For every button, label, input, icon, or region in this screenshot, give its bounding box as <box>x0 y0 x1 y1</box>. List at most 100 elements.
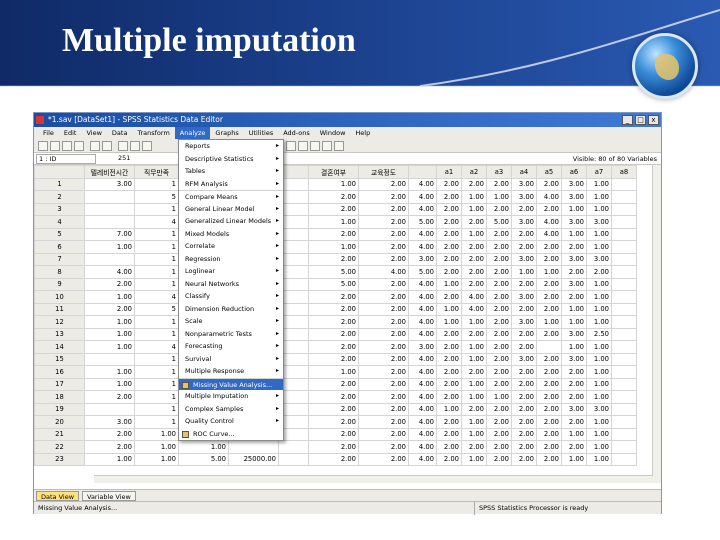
minimize-button[interactable]: _ <box>622 115 633 125</box>
data-cell[interactable]: 2.00 <box>358 402 409 416</box>
undo-icon[interactable] <box>90 141 100 151</box>
row-number[interactable]: 17 <box>34 377 85 391</box>
data-cell[interactable]: 4.00 <box>408 377 437 391</box>
data-cell[interactable]: 2.00 <box>536 377 562 391</box>
data-cell[interactable]: 1.00 <box>461 227 487 241</box>
col-header[interactable] <box>408 165 437 179</box>
data-cell[interactable]: 2.00 <box>561 377 587 391</box>
data-cell[interactable]: 1.00 <box>178 440 229 454</box>
data-cell[interactable]: 4.00 <box>408 352 437 366</box>
data-cell[interactable]: 2.00 <box>536 352 562 366</box>
row-number[interactable]: 11 <box>34 302 85 316</box>
menu-item-general-linear-model[interactable]: General Linear Model ▸ <box>179 203 283 216</box>
data-cell[interactable]: 2.00 <box>436 227 462 241</box>
data-cell[interactable]: 2.00 <box>358 177 409 191</box>
value-labels-icon[interactable] <box>322 141 332 151</box>
data-cell[interactable]: 2.00 <box>511 402 537 416</box>
data-cell[interactable]: 1 <box>134 315 179 329</box>
data-cell[interactable]: 3.00 <box>511 177 537 191</box>
data-cell[interactable]: 2.00 <box>358 390 409 404</box>
data-cell[interactable]: 5.00 <box>486 215 512 229</box>
data-cell[interactable] <box>84 202 135 216</box>
data-cell[interactable]: 2.00 <box>536 252 562 266</box>
data-cell[interactable]: 5.00 <box>308 277 359 291</box>
data-cell[interactable]: 4.00 <box>536 215 562 229</box>
data-cell[interactable]: 2.00 <box>436 290 462 304</box>
data-cell[interactable]: 2.00 <box>461 402 487 416</box>
data-cell[interactable]: 3.00 <box>84 415 135 429</box>
data-cell[interactable]: 1.00 <box>586 352 612 366</box>
data-cell[interactable]: 2.00 <box>511 227 537 241</box>
data-cell[interactable]: 2.00 <box>486 277 512 291</box>
row-number[interactable]: 9 <box>34 277 85 291</box>
data-cell[interactable]: 2.00 <box>308 377 359 391</box>
data-cell[interactable]: 2.00 <box>461 327 487 341</box>
menu-addons[interactable]: Add-ons <box>278 127 315 139</box>
data-cell[interactable] <box>611 227 637 241</box>
data-cell[interactable]: 2.00 <box>536 290 562 304</box>
col-header[interactable]: a1 <box>436 165 462 179</box>
menu-data[interactable]: Data <box>107 127 133 139</box>
data-cell[interactable]: 2.00 <box>536 277 562 291</box>
data-cell[interactable]: 4.00 <box>536 227 562 241</box>
data-cell[interactable]: 5.00 <box>408 265 437 279</box>
data-cell[interactable] <box>611 302 637 316</box>
data-cell[interactable]: 4.00 <box>84 265 135 279</box>
data-cell[interactable]: 1 <box>134 177 179 191</box>
dialog-recall-icon[interactable] <box>74 141 84 151</box>
weight-cases-icon[interactable] <box>298 141 308 151</box>
data-cell[interactable]: 5.00 <box>178 452 229 466</box>
data-cell[interactable]: 2.00 <box>84 390 135 404</box>
data-cell[interactable]: 2.00 <box>486 252 512 266</box>
data-cell[interactable]: 2.00 <box>358 352 409 366</box>
menu-view[interactable]: View <box>81 127 106 139</box>
col-header[interactable]: a5 <box>536 165 562 179</box>
data-cell[interactable]: 2.00 <box>436 327 462 341</box>
data-cell[interactable] <box>611 352 637 366</box>
data-cell[interactable]: 2.00 <box>511 340 537 354</box>
row-number[interactable]: 23 <box>34 452 85 466</box>
data-cell[interactable]: 1.00 <box>586 177 612 191</box>
data-cell[interactable]: 1 <box>134 377 179 391</box>
tab-data-view[interactable]: Data View <box>36 491 80 501</box>
row-number[interactable]: 16 <box>34 365 85 379</box>
menu-analyze[interactable]: Analyze <box>174 127 211 139</box>
data-cell[interactable]: 1.00 <box>461 452 487 466</box>
data-cell[interactable]: 2.00 <box>511 202 537 216</box>
data-cell[interactable]: 1.00 <box>536 265 562 279</box>
data-cell[interactable]: 2.00 <box>358 240 409 254</box>
data-cell[interactable]: 1.00 <box>461 377 487 391</box>
data-cell[interactable]: 2.00 <box>536 402 562 416</box>
data-cell[interactable]: 1 <box>134 402 179 416</box>
data-cell[interactable]: 3.00 <box>561 277 587 291</box>
data-cell[interactable] <box>611 340 637 354</box>
data-cell[interactable]: 2.00 <box>486 427 512 441</box>
menu-item-multiple-response[interactable]: Multiple Response ▸ <box>179 365 283 378</box>
data-cell[interactable]: 2.00 <box>358 377 409 391</box>
data-cell[interactable] <box>611 277 637 291</box>
row-number[interactable]: 14 <box>34 340 85 354</box>
menu-item-nonparametric-tests[interactable]: Nonparametric Tests ▸ <box>179 328 283 341</box>
data-cell[interactable]: 2.00 <box>486 315 512 329</box>
data-cell[interactable]: 1.00 <box>561 202 587 216</box>
data-cell[interactable]: 2.00 <box>84 440 135 454</box>
data-cell[interactable]: 2.00 <box>511 390 537 404</box>
data-cell[interactable]: 1 <box>134 390 179 404</box>
tab-variable-view[interactable]: Variable View <box>82 491 136 501</box>
open-icon[interactable] <box>38 141 48 151</box>
data-cell[interactable]: 3.00 <box>511 352 537 366</box>
col-header[interactable]: 직무만족 <box>134 165 179 179</box>
data-cell[interactable]: 2.00 <box>486 302 512 316</box>
data-cell[interactable]: 1 <box>134 227 179 241</box>
data-cell[interactable]: 2.00 <box>358 327 409 341</box>
data-cell[interactable]: 4.00 <box>358 265 409 279</box>
data-cell[interactable] <box>611 440 637 454</box>
data-cell[interactable]: 2.00 <box>461 440 487 454</box>
data-cell[interactable]: 1 <box>134 240 179 254</box>
data-cell[interactable]: 3.00 <box>511 190 537 204</box>
data-cell[interactable]: 2.00 <box>486 227 512 241</box>
data-cell[interactable]: 2.00 <box>358 315 409 329</box>
data-cell[interactable] <box>536 340 562 354</box>
data-cell[interactable]: 4.00 <box>408 277 437 291</box>
data-cell[interactable]: 3.00 <box>561 190 587 204</box>
